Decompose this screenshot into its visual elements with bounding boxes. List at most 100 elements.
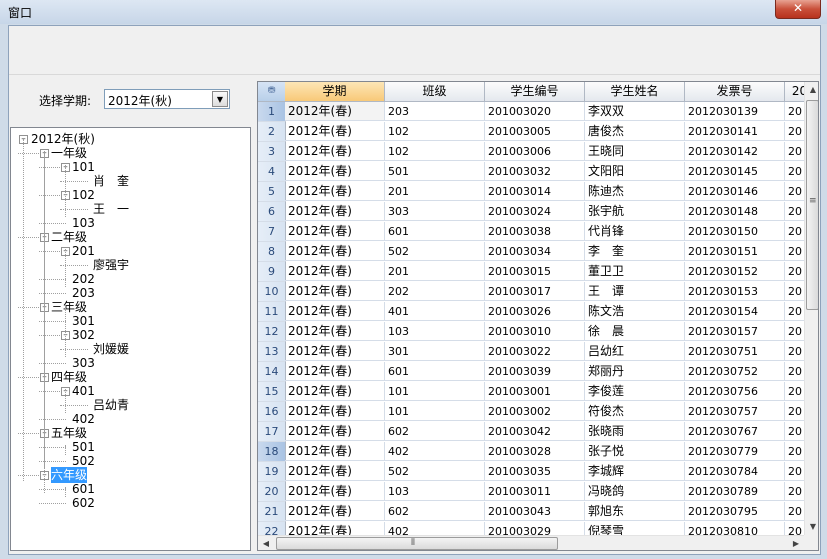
grid-cell[interactable]: 2012030151 <box>685 242 785 261</box>
row-header[interactable]: 18 <box>258 442 286 462</box>
row-header[interactable]: 16 <box>258 402 286 422</box>
row-header[interactable]: 13 <box>258 342 286 362</box>
grid-cell[interactable]: 2012年(春) <box>285 362 385 381</box>
tree-node[interactable]: 401 <box>72 383 95 399</box>
column-header[interactable]: 学期 <box>285 82 385 102</box>
row-header[interactable]: 17 <box>258 422 286 442</box>
grid-cell[interactable]: 103 <box>385 482 485 501</box>
grid-cell[interactable]: 2012年(春) <box>285 122 385 141</box>
grid-cell[interactable]: 2012年(春) <box>285 302 385 321</box>
grid-cell[interactable]: 李俊莲 <box>585 382 685 401</box>
grid-cell[interactable]: 201003011 <box>485 482 585 501</box>
grid-cell[interactable]: 102 <box>385 122 485 141</box>
tree-node[interactable]: 102 <box>72 187 95 203</box>
grid-cell[interactable]: 文阳阳 <box>585 162 685 181</box>
grid-cell[interactable]: 602 <box>385 502 485 521</box>
grid-cell[interactable]: 唐俊杰 <box>585 122 685 141</box>
term-select[interactable]: 2012年(秋) ▼ <box>104 89 230 109</box>
grid-cell[interactable]: 2012年(春) <box>285 322 385 341</box>
scroll-down-icon[interactable]: ▼ <box>805 519 818 535</box>
grid-cell[interactable]: 陈文浩 <box>585 302 685 321</box>
grid-cell[interactable]: 董卫卫 <box>585 262 685 281</box>
grid-cell[interactable]: 401 <box>385 302 485 321</box>
row-header[interactable]: 4 <box>258 162 286 182</box>
grid-cell[interactable]: 201003022 <box>485 342 585 361</box>
grid-cell[interactable]: 201 <box>385 182 485 201</box>
row-header[interactable]: 20 <box>258 482 286 502</box>
vertical-scroll-thumb[interactable]: ≡ <box>806 100 818 310</box>
grid-cell[interactable]: 李双双 <box>585 102 685 121</box>
grid-cell[interactable]: 201003038 <box>485 222 585 241</box>
grid-cell[interactable]: 201003035 <box>485 462 585 481</box>
grid-cell[interactable]: 郭旭东 <box>585 502 685 521</box>
grid-cell[interactable]: 2012030757 <box>685 402 785 421</box>
grid-cell[interactable]: 2012年(春) <box>285 182 385 201</box>
row-header[interactable]: 8 <box>258 242 286 262</box>
grid-cell[interactable]: 101 <box>385 382 485 401</box>
grid-cell[interactable]: 601 <box>385 222 485 241</box>
grid-cell[interactable]: 2012030150 <box>685 222 785 241</box>
row-header[interactable]: 14 <box>258 362 286 382</box>
row-header[interactable]: 2 <box>258 122 286 142</box>
vertical-scrollbar[interactable]: ▲ ≡ ▼ <box>804 82 818 535</box>
grid-cell[interactable]: 2012年(春) <box>285 242 385 261</box>
grid-cell[interactable]: 徐 晨 <box>585 322 685 341</box>
tree-node[interactable]: 201 <box>72 243 95 259</box>
grid-cell[interactable]: 2012年(春) <box>285 422 385 441</box>
column-header[interactable]: 学生编号 <box>485 82 585 102</box>
grid-cell[interactable]: 吕幼红 <box>585 342 685 361</box>
grid-cell[interactable]: 2012030154 <box>685 302 785 321</box>
row-header[interactable]: 12 <box>258 322 286 342</box>
column-header[interactable]: 学生姓名 <box>585 82 685 102</box>
grid-cell[interactable]: 301 <box>385 342 485 361</box>
grid-cell[interactable]: 王晓同 <box>585 142 685 161</box>
row-header[interactable]: 9 <box>258 262 286 282</box>
tree-node[interactable]: 吕幼青 <box>93 397 129 413</box>
grid-cell[interactable]: 303 <box>385 202 485 221</box>
grid-cell[interactable]: 602 <box>385 422 485 441</box>
row-header[interactable]: 1 <box>258 102 286 122</box>
grid-cell[interactable]: 李城辉 <box>585 462 685 481</box>
grid-cell[interactable]: 2012030152 <box>685 262 785 281</box>
row-header[interactable]: 3 <box>258 142 286 162</box>
grid-cell[interactable]: 2012年(春) <box>285 402 385 421</box>
column-header[interactable]: 班级 <box>385 82 485 102</box>
tree-node[interactable]: 廖强宇 <box>93 257 129 273</box>
grid-cell[interactable]: 201003010 <box>485 322 585 341</box>
scroll-up-icon[interactable]: ▲ <box>805 82 818 98</box>
grid-cell[interactable]: 王 谭 <box>585 282 685 301</box>
grid-cell[interactable]: 2012030145 <box>685 162 785 181</box>
grid-cell[interactable]: 2012年(春) <box>285 202 385 221</box>
row-header[interactable]: 10 <box>258 282 286 302</box>
grid-cell[interactable]: 2012030141 <box>685 122 785 141</box>
grid-cell[interactable]: 201003026 <box>485 302 585 321</box>
row-header[interactable]: 19 <box>258 462 286 482</box>
grid-cell[interactable]: 201003015 <box>485 262 585 281</box>
grid-cell[interactable]: 代肖锋 <box>585 222 685 241</box>
student-grid[interactable]: ⛃ 学期 班级 学生编号 学生姓名 发票号 20 1 2012年(春) 203 20100302… <box>257 81 819 551</box>
tree-node[interactable]: 肖 奎 <box>93 173 129 189</box>
scroll-right-icon[interactable]: ▶ <box>788 536 804 550</box>
dropdown-arrow-icon[interactable]: ▼ <box>212 91 228 107</box>
grid-cell[interactable]: 201003014 <box>485 182 585 201</box>
close-button[interactable]: ✕ <box>775 0 821 19</box>
grid-cell[interactable]: 201003032 <box>485 162 585 181</box>
tree-node[interactable]: 602 <box>72 495 95 511</box>
grid-cell[interactable]: 201003028 <box>485 442 585 461</box>
grid-cell[interactable]: 2012年(春) <box>285 282 385 301</box>
grid-cell[interactable]: 张子悦 <box>585 442 685 461</box>
grid-cell[interactable]: 2012030153 <box>685 282 785 301</box>
grid-cell[interactable]: 201003002 <box>485 402 585 421</box>
grid-cell[interactable]: 2012030779 <box>685 442 785 461</box>
select-all-corner-icon[interactable]: ⛃ <box>258 82 286 102</box>
grid-cell[interactable]: 201003039 <box>485 362 585 381</box>
grid-cell[interactable]: 2012030148 <box>685 202 785 221</box>
row-header[interactable]: 11 <box>258 302 286 322</box>
grid-cell[interactable]: 201003020 <box>485 102 585 121</box>
grid-cell[interactable]: 2012年(春) <box>285 342 385 361</box>
grid-cell[interactable]: 201003043 <box>485 502 585 521</box>
scroll-left-icon[interactable]: ◀ <box>258 536 274 550</box>
grid-cell[interactable]: 2012年(春) <box>285 102 385 121</box>
grid-cell[interactable]: 2012年(春) <box>285 382 385 401</box>
row-header[interactable]: 5 <box>258 182 286 202</box>
